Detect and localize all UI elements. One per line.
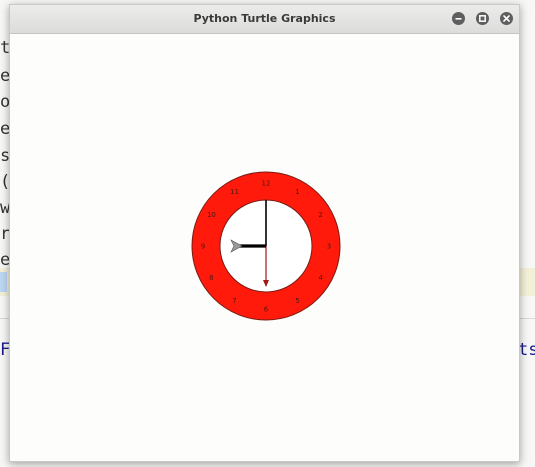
- clock-number-3: 3: [327, 243, 331, 251]
- clock-number-1: 1: [295, 188, 299, 196]
- clock-number-11: 11: [230, 188, 239, 196]
- clock-drawing: 121234567891011: [191, 171, 341, 321]
- clock-number-2: 2: [318, 211, 322, 219]
- clock-number-5: 5: [295, 297, 299, 305]
- clock-number-8: 8: [209, 274, 213, 282]
- clock-number-6: 6: [264, 306, 269, 314]
- clock-number-7: 7: [232, 297, 236, 305]
- clock-number-10: 10: [207, 211, 216, 219]
- clock-number-9: 9: [201, 243, 205, 251]
- clock-number-4: 4: [318, 274, 323, 282]
- clock-number-12: 12: [262, 180, 271, 188]
